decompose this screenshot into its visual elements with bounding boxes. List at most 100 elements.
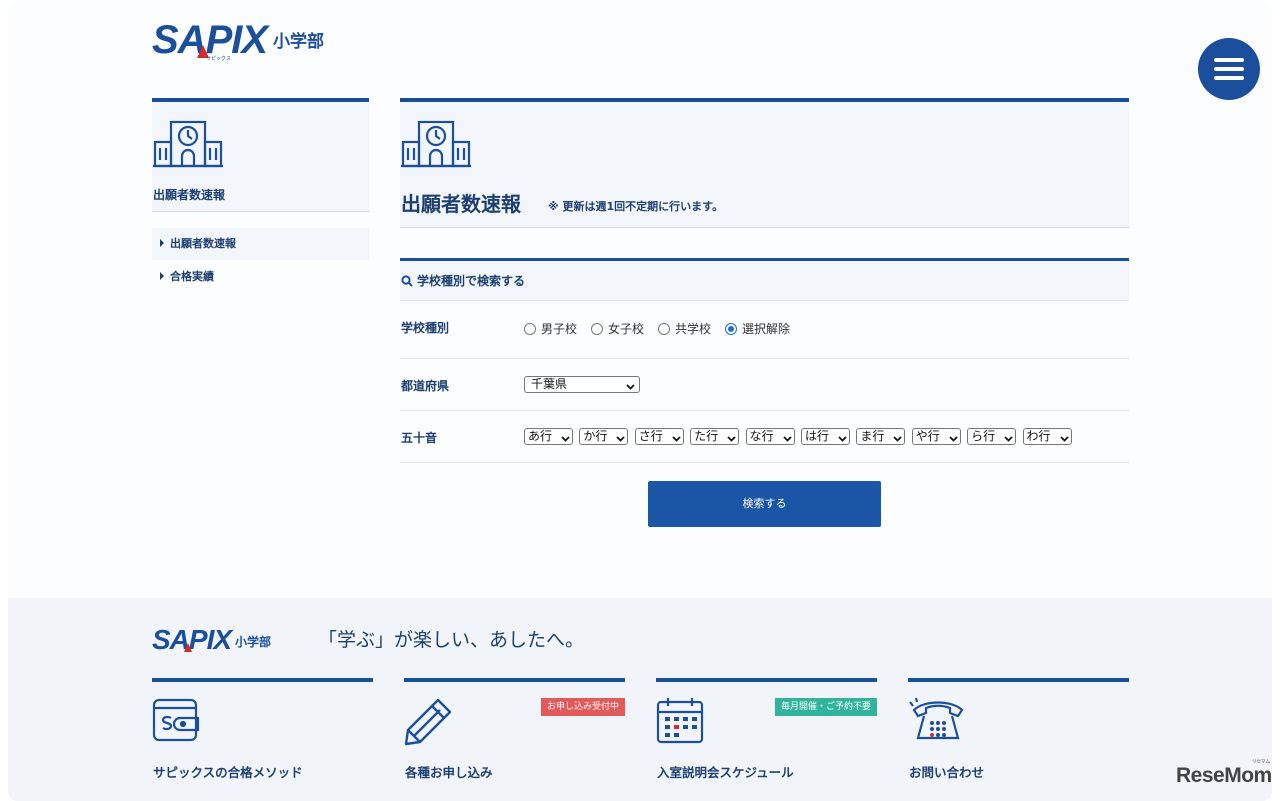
- page-title: 出願者数速報: [401, 192, 521, 216]
- kana-select-ma[interactable]: ま行: [856, 428, 906, 445]
- chevron-down-icon: [626, 380, 635, 395]
- card-label: 入室説明会スケジュール: [657, 765, 794, 780]
- kana-select-label: な行: [749, 429, 774, 443]
- kana-label: 五十音: [401, 431, 438, 445]
- footer-logo-subtitle: 小学部: [235, 635, 272, 649]
- footer-card-application[interactable]: お申し込み受付中 各種お申し込み: [404, 678, 625, 801]
- watermark-small-text: リセマム: [1251, 759, 1271, 765]
- sidebar-title: 出願者数速報: [153, 188, 226, 202]
- card-label: サピックスの合格メソッド: [153, 765, 303, 780]
- kana-select-sa[interactable]: さ行: [634, 428, 684, 447]
- kana-select-label: わ行: [1026, 429, 1051, 443]
- hamburger-menu-icon: [1214, 58, 1244, 62]
- kana-select-ra[interactable]: ら行: [967, 428, 1017, 447]
- prefecture-row: 都道府県 千葉県: [400, 359, 1129, 411]
- search-heading: 学校種別で検索する: [400, 261, 1129, 301]
- card-top-rule: [404, 678, 625, 682]
- main-content: 出願者数速報 ※ 更新は週1回不定期に行います。 学校種別で検索する 学校種別 …: [400, 98, 1129, 527]
- logo-subtitle: 小学部: [273, 32, 325, 52]
- sidebar-item-results[interactable]: 合格実績: [152, 261, 369, 293]
- logo-kana: サピックス: [206, 56, 231, 62]
- kana-select-wa[interactable]: わ行: [1022, 428, 1072, 447]
- radio-boys-school[interactable]: 男子校: [524, 320, 577, 337]
- kana-select-label: た行: [694, 429, 719, 443]
- search-heading-text: 学校種別で検索する: [417, 274, 526, 288]
- kana-select-label: あ行: [528, 429, 553, 443]
- kana-select-label: は行: [804, 429, 829, 443]
- radio-button[interactable]: [524, 322, 536, 335]
- kana-select-a[interactable]: あ行: [524, 428, 573, 445]
- radio-coed-school[interactable]: 共学校: [658, 320, 711, 337]
- radio-label: 共学校: [675, 322, 712, 336]
- kana-select-ya[interactable]: や行: [911, 428, 961, 447]
- footer: SAPIX 小学部 「学ぶ」が楽しい、あしたへ。 サピックスの合格メソッド お申…: [8, 598, 1272, 801]
- caret-right-icon: [160, 239, 164, 247]
- radio-label: 男子校: [541, 322, 578, 336]
- footer-card-method[interactable]: サピックスの合格メソッド: [152, 678, 373, 801]
- update-note: ※ 更新は週1回不定期に行います。: [548, 200, 724, 213]
- kana-select-label: か行: [583, 429, 608, 443]
- radio-button[interactable]: [591, 322, 604, 335]
- footer-card-contact[interactable]: お問い合わせ: [908, 678, 1129, 801]
- hamburger-menu-button[interactable]: [1198, 38, 1260, 100]
- sidebar-header: 出願者数速報: [152, 102, 369, 212]
- footer-card-schedule[interactable]: 毎月開催・ご予約不要 入室説明会スケジュール: [656, 678, 877, 801]
- prefecture-select[interactable]: 千葉県: [524, 376, 640, 393]
- chevron-down-icon: [672, 432, 681, 447]
- school-type-row: 学校種別 男子校 女子校 共学校 選択解除: [400, 301, 1129, 359]
- logo-triangle-icon: [184, 643, 192, 652]
- chevron-down-icon: [561, 432, 570, 447]
- school-building-icon: [401, 120, 471, 172]
- logo-wordmark: SAPIX: [152, 18, 268, 62]
- calendar-icon: [656, 696, 704, 748]
- sidebar-item-label: 出願者数速報: [170, 237, 236, 250]
- sapix-logo[interactable]: SAPIX サピックス 小学部: [152, 18, 325, 62]
- application-open-badge: お申し込み受付中: [540, 698, 625, 716]
- radio-label: 女子校: [608, 322, 645, 336]
- kana-select-ha[interactable]: は行: [800, 428, 850, 445]
- kana-row: 五十音 あ行 か行 さ行 た行 な行 は行 ま行 や行 ら行 わ行: [400, 411, 1129, 463]
- kana-select-ka[interactable]: か行: [579, 428, 629, 447]
- search-icon: [401, 263, 413, 303]
- chevron-down-icon: [949, 432, 958, 447]
- caret-right-icon: [160, 272, 164, 280]
- page: SAPIX サピックス 小学部 出願者数速報 出願者数速報 合格実績 出願者数速…: [8, 0, 1272, 801]
- chevron-down-icon: [1004, 432, 1013, 447]
- sidebar-item-applicant-count[interactable]: 出願者数速報: [152, 228, 369, 260]
- hamburger-menu-icon: [1214, 67, 1244, 71]
- kana-select-ta[interactable]: た行: [690, 428, 740, 445]
- footer-tagline: 「学ぶ」が楽しい、あしたへ。: [318, 629, 585, 651]
- hamburger-menu-icon: [1214, 76, 1244, 80]
- telephone-icon: [908, 696, 968, 746]
- monthly-event-badge: 毎月開催・ご予約不要: [774, 698, 877, 716]
- sidebar-item-label: 合格実績: [170, 270, 214, 283]
- search-submit-button[interactable]: 検索する: [648, 481, 881, 527]
- chevron-down-icon: [616, 432, 626, 447]
- radio-label: 選択解除: [742, 322, 791, 336]
- kana-select-label: ま行: [860, 429, 885, 443]
- card-label: 各種お申し込み: [405, 765, 493, 780]
- kana-select-label: さ行: [638, 429, 663, 443]
- card-top-rule: [908, 678, 1129, 682]
- kana-select-label: や行: [915, 429, 940, 443]
- kana-select-na[interactable]: な行: [745, 428, 795, 447]
- radio-button-selected[interactable]: [725, 322, 738, 335]
- school-building-icon: [153, 120, 223, 172]
- kana-select-group: あ行 か行 さ行 た行 な行 は行 ま行 や行 ら行 わ行: [524, 428, 1078, 445]
- radio-girls-school[interactable]: 女子校: [591, 320, 644, 337]
- chevron-down-icon: [782, 432, 792, 447]
- sidebar: 出願者数速報 出願者数速報 合格実績: [152, 98, 369, 293]
- school-type-radio-group: 男子校 女子校 共学校 選択解除: [524, 320, 804, 337]
- radio-clear-selection[interactable]: 選択解除: [725, 320, 790, 337]
- chevron-down-icon: [1059, 432, 1069, 447]
- radio-button[interactable]: [658, 322, 671, 335]
- card-top-rule: [152, 678, 373, 682]
- wallet-s-icon: [152, 696, 200, 748]
- prefecture-value: 千葉県: [531, 377, 568, 391]
- kana-select-label: ら行: [971, 429, 996, 443]
- school-type-label: 学校種別: [401, 321, 450, 335]
- card-label: お問い合わせ: [909, 765, 985, 780]
- pencil-icon: [404, 696, 454, 750]
- card-top-rule: [656, 678, 877, 682]
- footer-sapix-logo[interactable]: SAPIX 小学部: [152, 626, 272, 654]
